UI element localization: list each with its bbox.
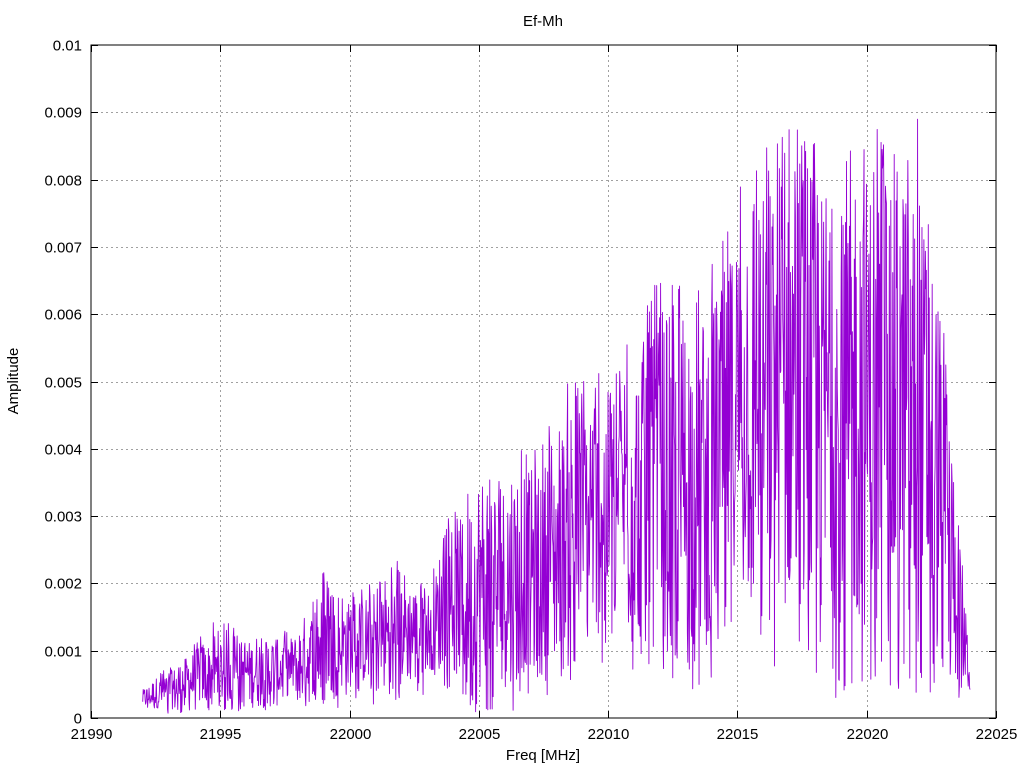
x-tick-label: 21990 xyxy=(71,726,113,743)
x-tick-label: 22010 xyxy=(588,726,630,743)
x-tick-label: 21995 xyxy=(200,726,242,743)
series-amplitude xyxy=(142,118,971,714)
y-axis-tick-labels: 0 0.001 0.002 0.003 0.004 0.005 0.006 0.007 0.00… xyxy=(44,38,82,728)
x-tick-label: 22025 xyxy=(976,726,1018,743)
y-tick-label: 0.001 xyxy=(44,644,82,661)
y-tick-label: 0.009 xyxy=(44,105,82,122)
y-tick-label: 0.005 xyxy=(44,375,82,392)
y-axis-label: Amplitude xyxy=(5,348,22,415)
y-tick-label: 0 xyxy=(74,711,82,728)
x-tick-label: 22005 xyxy=(459,726,501,743)
y-tick-label: 0.003 xyxy=(44,509,82,526)
x-tick-label: 22000 xyxy=(330,726,372,743)
y-tick-label: 0.008 xyxy=(44,173,82,190)
y-tick-label: 0.006 xyxy=(44,307,82,324)
x-axis-tick-labels: 21990 21995 22000 22005 22010 22015 22020 22025 xyxy=(71,726,1018,743)
chart: Ef-Mh 21990 21995 22000 22005 22010 22015 2202… xyxy=(5,13,1018,764)
y-tick-label: 0.007 xyxy=(44,240,82,257)
chart-title: Ef-Mh xyxy=(523,13,563,30)
x-axis-label: Freq [MHz] xyxy=(506,747,580,764)
y-tick-label: 0.01 xyxy=(53,38,82,55)
y-tick-label: 0.004 xyxy=(44,442,82,459)
series-line xyxy=(142,118,971,714)
x-tick-label: 22020 xyxy=(847,726,889,743)
y-tick-label: 0.002 xyxy=(44,576,82,593)
x-tick-label: 22015 xyxy=(717,726,759,743)
